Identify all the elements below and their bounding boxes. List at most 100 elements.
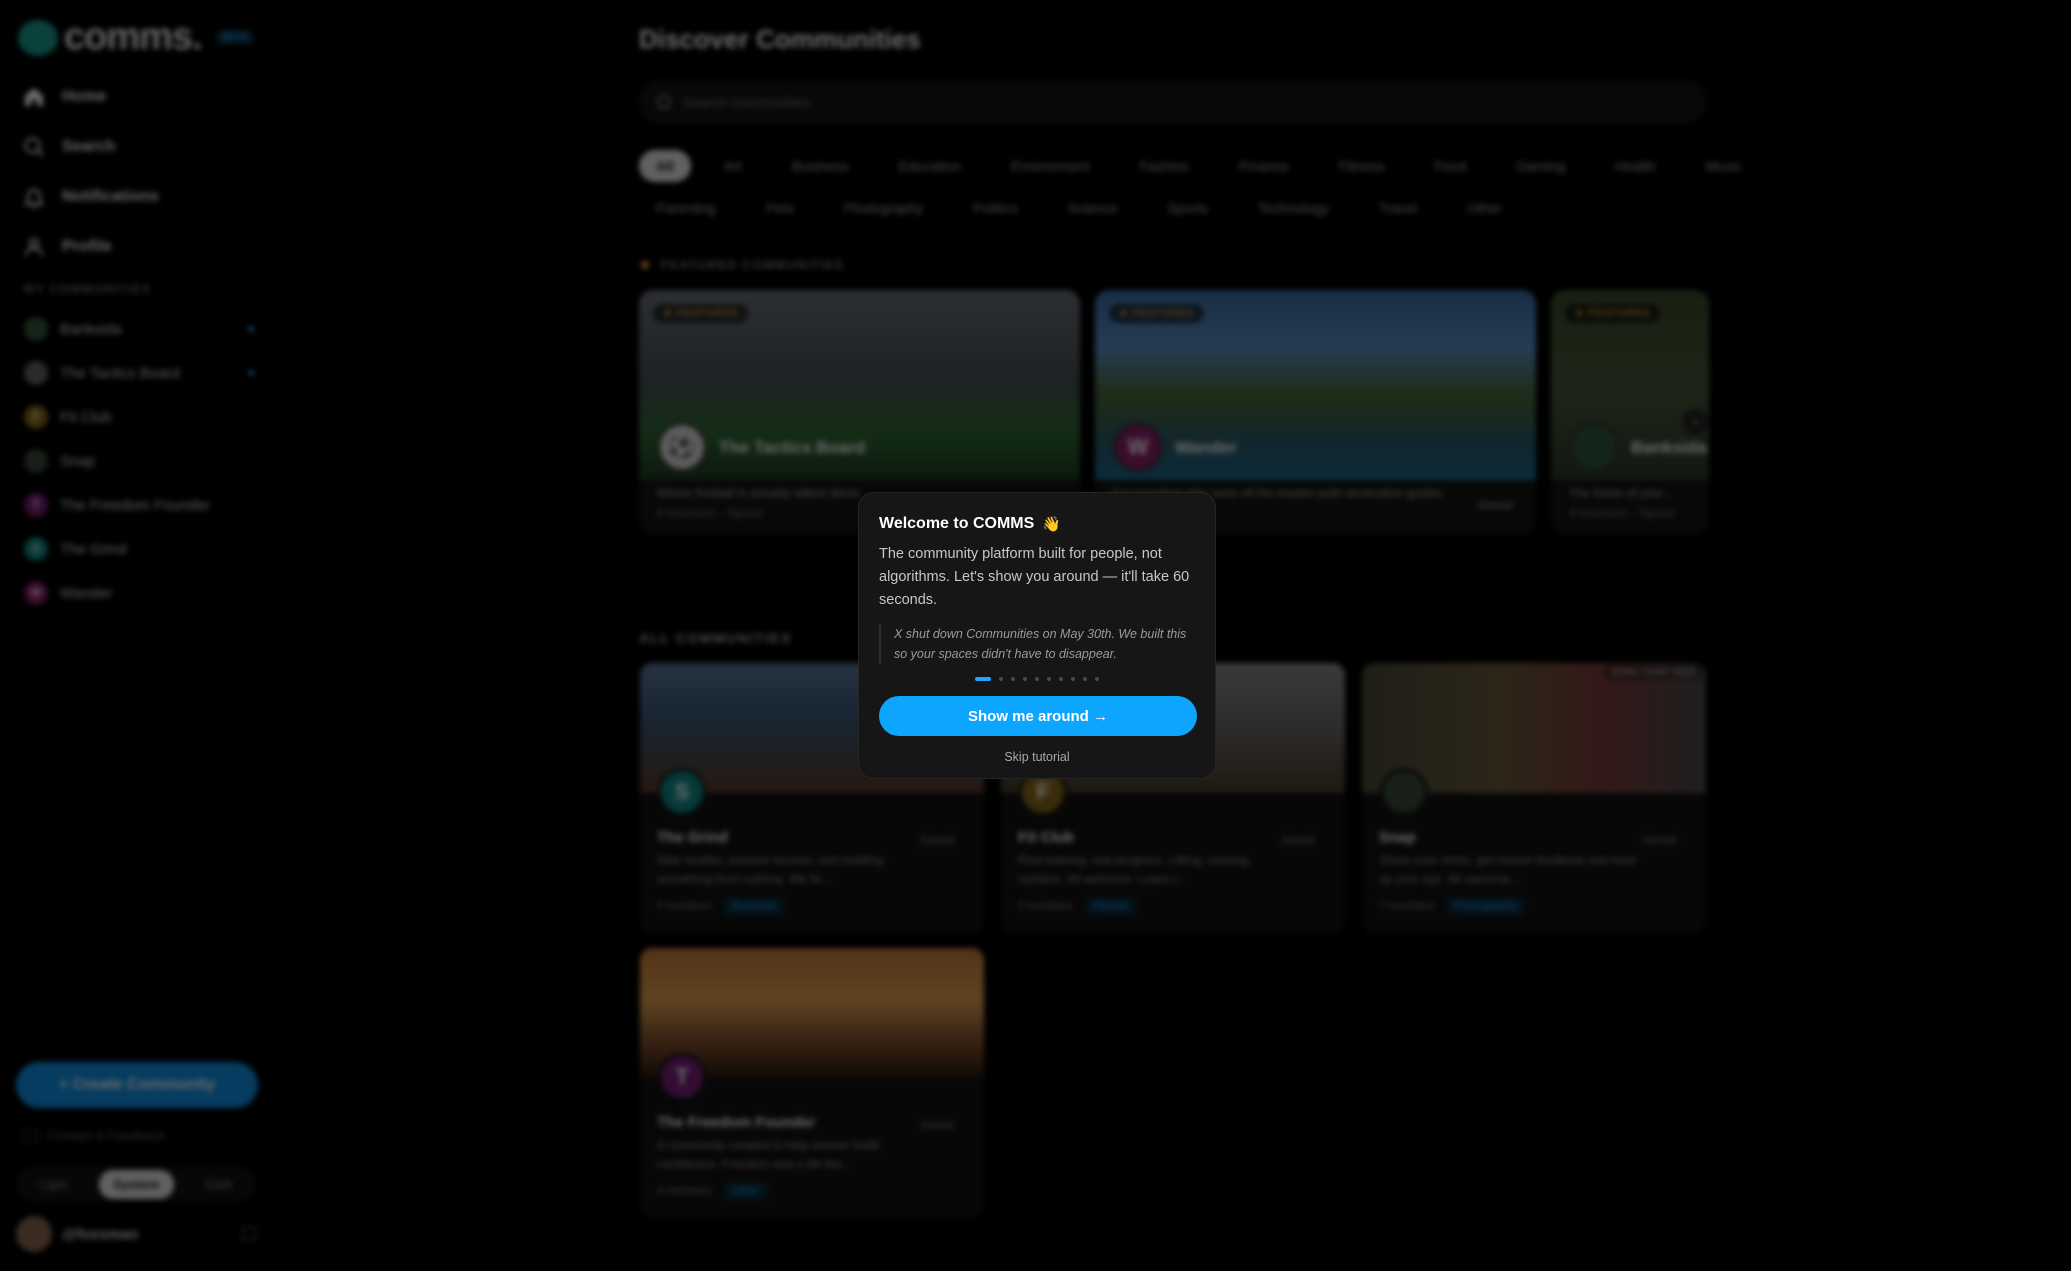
- community-avatar: [24, 317, 48, 341]
- my-community-label: Wander: [60, 584, 112, 602]
- featured-avatar: W: [1113, 422, 1163, 472]
- community-card[interactable]: BORN / SNAP SEEN Snap Joined Share your …: [1362, 663, 1706, 933]
- member-count: 5 members: [1018, 900, 1074, 912]
- theme-option-light[interactable]: Light: [25, 1170, 81, 1199]
- joined-button[interactable]: Joined: [1280, 833, 1315, 847]
- contact-feedback-label: Contact & Feedback: [48, 1128, 166, 1143]
- category-chip[interactable]: Pets: [749, 192, 811, 224]
- current-user[interactable]: @foxsman: [16, 1216, 256, 1252]
- category-chip[interactable]: Food: [1417, 150, 1483, 182]
- category-chip[interactable]: Business: [775, 150, 866, 182]
- category-chip[interactable]: Other: [1450, 192, 1519, 224]
- modal-title: Welcome to COMMS: [879, 515, 1035, 532]
- community-avatar: T: [658, 1053, 706, 1101]
- app-logo[interactable]: comms. BETA: [18, 16, 255, 59]
- category-chip[interactable]: Sports: [1151, 192, 1225, 224]
- nav-item-home[interactable]: Home: [22, 72, 252, 122]
- step-dot: [1011, 677, 1015, 681]
- search-placeholder: Search communities: [683, 94, 810, 110]
- nav-item-label: Profile: [62, 238, 112, 255]
- my-community-item[interactable]: S The Grind: [24, 527, 254, 571]
- avatar: [16, 1216, 52, 1252]
- category-chip[interactable]: Finance: [1222, 150, 1306, 182]
- category-chip[interactable]: Science: [1051, 192, 1135, 224]
- community-card-meta: 4 members Other: [657, 1182, 768, 1200]
- my-community-item[interactable]: Snap: [24, 439, 254, 483]
- joined-button[interactable]: Joined: [1641, 833, 1676, 847]
- community-card-name: Fit Club: [1018, 829, 1074, 846]
- category-tag: Photography: [1446, 897, 1525, 915]
- featured-heading-label: FEATURED COMMUNITIES: [661, 258, 845, 272]
- community-card-name: The Freedom Founder: [657, 1114, 816, 1131]
- nav-item-label: Notifications: [62, 188, 159, 205]
- my-community-item[interactable]: F Fit Club: [24, 395, 254, 439]
- featured-card-desc: Where football is actually talked about: [657, 486, 860, 500]
- chevron-right-icon[interactable]: ›: [1682, 409, 1708, 435]
- category-chip[interactable]: Technology: [1241, 192, 1346, 224]
- my-community-label: Fit Club: [60, 408, 112, 426]
- category-filters: All Art Business Education Environment Fashio…: [639, 145, 1742, 229]
- nav-item-notifications[interactable]: Notifications: [22, 172, 252, 222]
- community-avatar: [24, 361, 48, 385]
- community-card[interactable]: T The Freedom Founder Joined A community…: [640, 948, 984, 1218]
- category-chip[interactable]: Gaming: [1499, 150, 1582, 182]
- skip-tutorial-button[interactable]: Skip tutorial: [879, 750, 1195, 764]
- step-dot: [1059, 677, 1063, 681]
- category-chip[interactable]: Environment: [994, 150, 1107, 182]
- logo-bubble-icon: [18, 19, 58, 56]
- bell-icon: [23, 189, 45, 208]
- logout-icon[interactable]: [242, 1227, 256, 1241]
- nav-item-label: Home: [62, 88, 107, 105]
- category-chip[interactable]: Fitness: [1322, 150, 1401, 182]
- soccer-ball-icon: ⚽: [657, 422, 707, 472]
- category-chip[interactable]: Parenting: [639, 192, 733, 224]
- category-chip[interactable]: Health: [1598, 150, 1672, 182]
- theme-option-system[interactable]: System: [99, 1169, 174, 1199]
- category-chip[interactable]: Politics: [956, 192, 1034, 224]
- category-tag: Other: [724, 1182, 768, 1200]
- joined-button[interactable]: Joined: [919, 833, 954, 847]
- my-community-item[interactable]: T The Freedom Founder: [24, 483, 254, 527]
- category-chip[interactable]: Travel: [1362, 192, 1434, 224]
- search-input[interactable]: Search communities: [639, 80, 1707, 124]
- image-corner-label: BORN / SNAP SEEN: [1605, 665, 1702, 679]
- featured-heading: FEATURED COMMUNITIES: [641, 258, 844, 272]
- theme-option-dark[interactable]: Dark: [192, 1170, 247, 1199]
- category-chip[interactable]: All: [639, 150, 691, 182]
- waving-hand-icon: 👋: [1042, 516, 1061, 533]
- welcome-modal: Welcome to COMMS 👋 The community platfor…: [858, 492, 1216, 779]
- contact-feedback-link[interactable]: Contact & Feedback: [24, 1128, 166, 1143]
- community-card-desc: Real training, real progress. Lifting, r…: [1018, 853, 1251, 886]
- joined-button[interactable]: Joined: [919, 1118, 954, 1132]
- my-community-item[interactable]: Banksida: [24, 307, 254, 351]
- community-avatar: T: [24, 493, 48, 517]
- community-card-desc: A community created to help women build …: [657, 1138, 880, 1171]
- my-community-item[interactable]: The Tactics Board: [24, 351, 254, 395]
- create-community-button[interactable]: + Create Community: [16, 1062, 258, 1108]
- featured-card-meta: 4 members · Sports: [1569, 506, 1675, 520]
- nav-item-search[interactable]: Search: [22, 122, 252, 172]
- category-tag: Fitness: [1085, 897, 1137, 915]
- page-title: Discover Communities: [639, 24, 921, 54]
- category-chip[interactable]: Education: [882, 150, 978, 182]
- category-chip[interactable]: Photography: [827, 192, 940, 224]
- step-dot: [1095, 677, 1099, 681]
- my-community-label: Banksida: [60, 320, 122, 338]
- joined-button[interactable]: Joined: [1477, 498, 1512, 512]
- member-count: 4 members: [657, 1185, 713, 1197]
- featured-card-meta: 8 members · Sports: [657, 506, 763, 520]
- main-nav: Home Search Notifications Profile: [22, 72, 252, 272]
- category-chip[interactable]: Music: [1689, 150, 1760, 182]
- category-chip[interactable]: Fashion: [1122, 150, 1206, 182]
- category-row: All Art Business Education Environment Fashio…: [639, 145, 1742, 187]
- step-dot: [1083, 677, 1087, 681]
- show-me-around-button[interactable]: Show me around →: [879, 696, 1197, 736]
- featured-card-name: Banksida: [1631, 438, 1707, 457]
- featured-badge: ★ FEATURED: [1109, 304, 1205, 323]
- community-avatar: [24, 449, 48, 473]
- nav-item-profile[interactable]: Profile: [22, 222, 252, 272]
- my-community-item[interactable]: W Wander: [24, 571, 254, 615]
- category-chip[interactable]: Art: [707, 150, 759, 182]
- community-card-desc: Side hustles, passive income, and buildi…: [657, 853, 884, 886]
- my-communities-heading: MY COMMUNITIES: [24, 282, 152, 296]
